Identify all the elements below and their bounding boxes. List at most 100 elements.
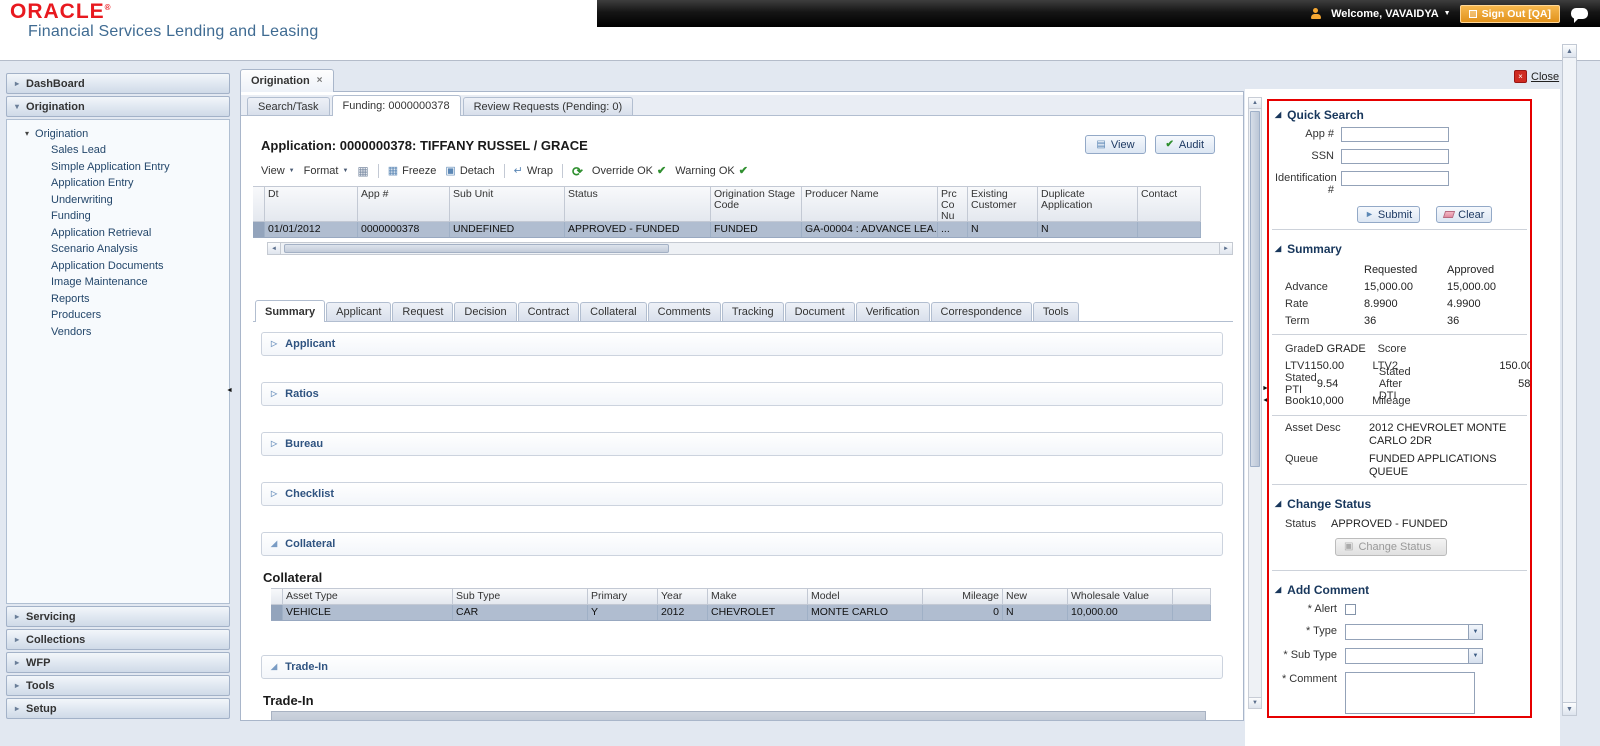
scroll-down-icon[interactable]: ▼ bbox=[1249, 697, 1261, 708]
tab-review-requests[interactable]: Review Requests (Pending: 0) bbox=[462, 97, 634, 115]
section-collateral[interactable]: ◢ Collateral bbox=[261, 532, 1223, 556]
tab-correspondence[interactable]: Correspondence bbox=[930, 302, 1032, 321]
section-ratios[interactable]: ▷ Ratios bbox=[261, 382, 1223, 406]
sidebar-item-origination[interactable]: ▾ Origination bbox=[6, 96, 230, 117]
column-header[interactable]: Origination Stage Code bbox=[711, 187, 802, 221]
column-header[interactable]: Sub Unit bbox=[450, 187, 565, 221]
clear-button[interactable]: Clear bbox=[1436, 206, 1493, 223]
tree-item-vendors[interactable]: Vendors bbox=[7, 324, 229, 341]
tree-item-reports[interactable]: Reports bbox=[7, 291, 229, 308]
tab-document[interactable]: Document bbox=[784, 302, 855, 321]
scroll-down-icon[interactable]: ▼ bbox=[1563, 702, 1576, 715]
scroll-up-icon[interactable]: ▲ bbox=[1249, 98, 1261, 109]
audit-button[interactable]: ✔ Audit bbox=[1154, 135, 1215, 154]
tab-tracking[interactable]: Tracking bbox=[721, 302, 784, 321]
vertical-scrollbar[interactable]: ▲ ▼ bbox=[1248, 97, 1262, 709]
page-scrollbar[interactable]: ▲ ▼ bbox=[1562, 44, 1577, 716]
column-header[interactable]: Make bbox=[708, 589, 808, 604]
ssn-input[interactable] bbox=[1341, 149, 1449, 164]
column-header[interactable]: Dt bbox=[265, 187, 358, 221]
add-comment-header[interactable]: ◢ Add Comment bbox=[1269, 576, 1530, 602]
tab-summary[interactable]: Summary bbox=[255, 300, 326, 322]
tab-search-task[interactable]: Search/Task bbox=[247, 97, 330, 115]
view-button[interactable]: ▤ View bbox=[1085, 135, 1146, 154]
scroll-left-icon[interactable]: ◄ bbox=[268, 243, 281, 254]
section-tradein[interactable]: ◢ Trade-In bbox=[261, 655, 1223, 679]
tree-item-application-documents[interactable]: Application Documents bbox=[7, 258, 229, 275]
column-header[interactable]: Primary bbox=[588, 589, 658, 604]
tab-request[interactable]: Request bbox=[392, 302, 454, 321]
wrap-button[interactable]: ↵ Wrap bbox=[514, 165, 553, 177]
detach-button[interactable]: ▣ Detach bbox=[445, 165, 494, 177]
column-header[interactable]: App # bbox=[358, 187, 450, 221]
change-status-button[interactable]: ▣ Change Status bbox=[1335, 538, 1447, 556]
column-header[interactable]: Model bbox=[808, 589, 923, 604]
sidebar-item-wfp[interactable]: ▸ WFP bbox=[6, 652, 230, 673]
tree-item-producers[interactable]: Producers bbox=[7, 307, 229, 324]
column-header[interactable]: New bbox=[1003, 589, 1068, 604]
sidebar-item-tools[interactable]: ▸ Tools bbox=[6, 675, 230, 696]
tab-contract[interactable]: Contract bbox=[517, 302, 580, 321]
submit-button[interactable]: ► Submit bbox=[1357, 206, 1421, 223]
sidebar-item-setup[interactable]: ▸ Setup bbox=[6, 698, 230, 719]
column-header[interactable]: Status bbox=[565, 187, 711, 221]
scrollbar-thumb[interactable] bbox=[1250, 111, 1260, 467]
tab-tools[interactable]: Tools bbox=[1032, 302, 1079, 321]
override-ok-toggle[interactable]: Override OK ✔ bbox=[592, 165, 666, 177]
tree-item-sales-lead[interactable]: Sales Lead bbox=[7, 142, 229, 159]
quick-search-header[interactable]: ◢ Quick Search bbox=[1269, 101, 1530, 127]
view-menu[interactable]: View ▼ bbox=[261, 165, 295, 177]
section-applicant[interactable]: ▷ Applicant bbox=[261, 332, 1223, 356]
sidebar-splitter-arrow[interactable]: ◄ bbox=[226, 387, 233, 395]
sidebar-item-collections[interactable]: ▸ Collections bbox=[6, 629, 230, 650]
tree-item-application-entry[interactable]: Application Entry bbox=[7, 175, 229, 192]
column-header[interactable]: Existing Customer bbox=[968, 187, 1038, 221]
tree-node-origination[interactable]: ▾ Origination bbox=[7, 125, 229, 142]
column-header[interactable]: Asset Type bbox=[283, 589, 453, 604]
tree-item-underwriting[interactable]: Underwriting bbox=[7, 192, 229, 209]
column-header[interactable]: Sub Type bbox=[453, 589, 588, 604]
tab-verification[interactable]: Verification bbox=[855, 302, 930, 321]
column-header[interactable]: Contact bbox=[1138, 187, 1201, 221]
sign-out-button[interactable]: Sign Out [QA] bbox=[1459, 4, 1560, 23]
alert-checkbox[interactable] bbox=[1345, 604, 1356, 615]
tab-decision[interactable]: Decision bbox=[454, 302, 517, 321]
refresh-icon[interactable]: ⟳ bbox=[572, 165, 583, 178]
section-checklist[interactable]: ▷ Checklist bbox=[261, 482, 1223, 506]
sidebar-item-servicing[interactable]: ▸ Servicing bbox=[6, 606, 230, 627]
tab-origination-window[interactable]: Origination × bbox=[240, 69, 334, 92]
tree-item-image-maintenance[interactable]: Image Maintenance bbox=[7, 274, 229, 291]
horizontal-scrollbar[interactable]: ◄ ► bbox=[267, 242, 1233, 255]
identification-input[interactable] bbox=[1341, 171, 1449, 186]
tree-item-scenario-analysis[interactable]: Scenario Analysis bbox=[7, 241, 229, 258]
column-header[interactable]: Prc Co Nu bbox=[938, 187, 968, 221]
column-header[interactable]: Wholesale Value bbox=[1068, 589, 1173, 604]
query-table-icon[interactable]: ▦ bbox=[357, 165, 368, 177]
app-number-input[interactable] bbox=[1341, 127, 1449, 142]
change-status-header[interactable]: ◢ Change Status bbox=[1269, 490, 1530, 516]
warning-ok-toggle[interactable]: Warning OK ✔ bbox=[675, 165, 748, 177]
column-header[interactable]: Year bbox=[658, 589, 708, 604]
tree-item-funding[interactable]: Funding bbox=[7, 208, 229, 225]
subtype-dropdown[interactable]: ▼ bbox=[1345, 647, 1483, 664]
scroll-up-icon[interactable]: ▲ bbox=[1563, 45, 1576, 58]
tab-collateral[interactable]: Collateral bbox=[580, 302, 647, 321]
tree-item-application-retrieval[interactable]: Application Retrieval bbox=[7, 225, 229, 242]
tab-funding[interactable]: Funding: 0000000378 bbox=[331, 95, 461, 116]
scroll-right-icon[interactable]: ► bbox=[1219, 243, 1232, 254]
table-row[interactable]: 01/01/2012 0000000378 UNDEFINED APPROVED… bbox=[253, 222, 1201, 238]
comment-textarea[interactable] bbox=[1345, 671, 1475, 714]
column-header[interactable]: Mileage bbox=[923, 589, 1003, 604]
scrollbar-thumb[interactable] bbox=[284, 244, 669, 253]
user-menu[interactable]: Welcome, VAVAIDYA ▼ bbox=[1331, 8, 1451, 20]
summary-header[interactable]: ◢ Summary bbox=[1269, 235, 1530, 261]
format-menu[interactable]: Format ▼ bbox=[304, 165, 349, 177]
tree-item-simple-application-entry[interactable]: Simple Application Entry bbox=[7, 159, 229, 176]
tab-comments[interactable]: Comments bbox=[647, 302, 721, 321]
column-header[interactable]: Duplicate Application bbox=[1038, 187, 1138, 221]
section-bureau[interactable]: ▷ Bureau bbox=[261, 432, 1223, 456]
close-tab-icon[interactable]: × bbox=[317, 76, 323, 86]
close-button[interactable]: × Close bbox=[1514, 70, 1559, 83]
freeze-button[interactable]: ▦ Freeze bbox=[388, 165, 437, 177]
column-header[interactable]: Producer Name bbox=[802, 187, 938, 221]
